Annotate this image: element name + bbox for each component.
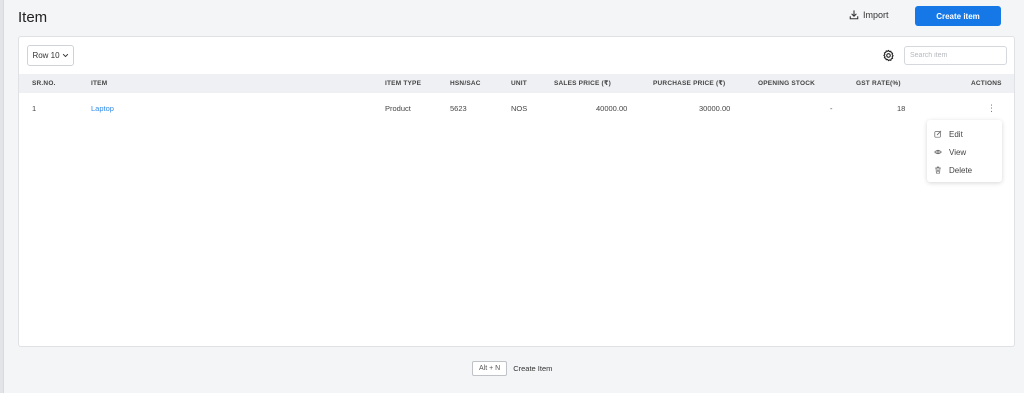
- menu-item-view-label: View: [949, 147, 967, 157]
- cell-opening-stock: -: [830, 104, 833, 113]
- chevron-down-icon: [62, 53, 68, 58]
- create-item-shortcut-hint: Alt + N Create Item: [472, 361, 552, 376]
- menu-item-view[interactable]: View: [927, 143, 1002, 161]
- cell-hsn-sac: 5623: [450, 104, 467, 113]
- row-actions-menu: Edit View Delete: [927, 120, 1002, 182]
- shortcut-key: Alt + N: [472, 361, 508, 376]
- column-header-unit: UNIT: [511, 80, 527, 87]
- download-icon: [849, 10, 859, 20]
- shortcut-label: Create Item: [513, 364, 553, 373]
- column-header-gst-rate: GST RATE(%): [856, 80, 901, 87]
- items-card: Row 10 SR.NO. ITEM ITEM TYPE HSN/SAC UNI…: [18, 36, 1015, 347]
- trash-icon: [935, 166, 941, 174]
- row-actions-kebab-icon[interactable]: ⋮: [987, 103, 996, 115]
- import-button[interactable]: Import: [849, 10, 889, 20]
- column-header-item-type: ITEM TYPE: [385, 80, 422, 87]
- column-header-hsn-sac: HSN/SAC: [450, 80, 481, 87]
- column-header-sales-price: SALES PRICE (₹): [554, 80, 611, 87]
- search-input[interactable]: [904, 46, 1007, 65]
- eye-icon: [934, 149, 942, 155]
- sidebar-edge: [0, 0, 4, 393]
- column-header-purchase-price: PURCHASE PRICE (₹): [653, 80, 726, 87]
- rows-per-page-select[interactable]: Row 10: [27, 45, 74, 66]
- menu-item-delete-label: Delete: [949, 165, 973, 175]
- column-header-sr-no: SR.NO.: [32, 80, 56, 87]
- item-link[interactable]: Laptop: [91, 104, 114, 113]
- cell-unit: NOS: [511, 104, 528, 113]
- cell-gst-rate: 18: [897, 104, 906, 113]
- cell-sales-price: 40000.00: [596, 104, 628, 113]
- cell-sr-no: 1: [32, 104, 37, 113]
- create-item-button[interactable]: Create item: [915, 6, 1001, 26]
- rows-per-page-label: Row 10: [32, 51, 60, 60]
- cell-item-type: Product: [385, 104, 411, 113]
- column-header-item: ITEM: [91, 80, 108, 87]
- edit-icon: [934, 130, 942, 138]
- menu-item-delete[interactable]: Delete: [927, 161, 1002, 179]
- gear-icon[interactable]: [882, 49, 895, 62]
- column-header-actions: ACTIONS: [971, 80, 1002, 87]
- import-label: Import: [863, 10, 889, 20]
- column-header-opening-stock: OPENING STOCK: [758, 80, 816, 87]
- menu-item-edit-label: Edit: [949, 129, 963, 139]
- cell-purchase-price: 30000.00: [699, 104, 731, 113]
- page-title: Item: [18, 9, 48, 26]
- table-header: SR.NO. ITEM ITEM TYPE HSN/SAC UNIT SALES…: [19, 74, 1014, 93]
- menu-item-edit[interactable]: Edit: [927, 125, 1002, 143]
